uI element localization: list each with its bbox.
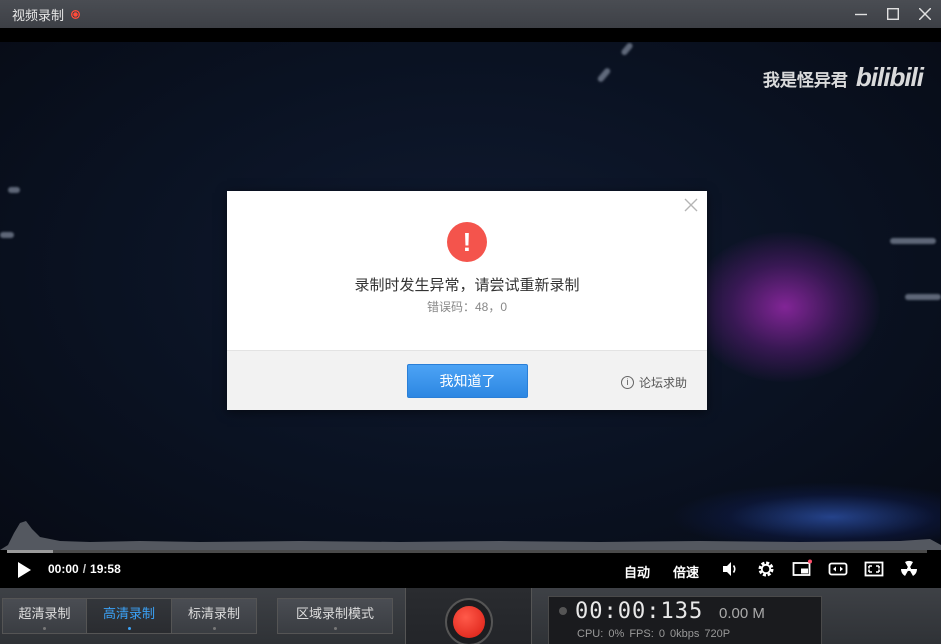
settings-gear-icon[interactable] — [756, 559, 776, 579]
record-button[interactable] — [445, 598, 493, 644]
error-icon: ! — [447, 222, 487, 262]
record-icon — [453, 606, 485, 638]
recording-stats-panel: 00:00:135 0.00 M CPU: 0% FPS: 0 0kbps 72… — [548, 596, 822, 644]
mode-dot — [333, 626, 337, 630]
resolution-value: 720P — [704, 628, 731, 640]
playback-bar: 00:00/19:58 自动 倍速 — [0, 550, 941, 588]
window-controls — [845, 0, 941, 28]
mode-label: 标清录制 — [187, 605, 240, 621]
progress-track[interactable] — [7, 550, 927, 553]
error-message: 录制时发生异常，请尝试重新录制 — [354, 277, 580, 294]
forum-help-link[interactable]: i 论坛求助 — [621, 374, 687, 391]
forum-help-label: 论坛求助 — [639, 376, 688, 390]
progress-fill — [7, 550, 53, 553]
bilibili-logo: bilibili — [855, 62, 924, 92]
maximize-icon — [887, 8, 899, 20]
recording-timer: 00:00:135 — [575, 599, 704, 624]
stats-meta: CPU: 0% FPS: 0 0kbps 720P — [577, 628, 730, 640]
mode-label: 高清录制 — [102, 605, 155, 621]
title-bar: 视频录制 — [0, 0, 941, 28]
region-record-mode-button[interactable]: 区域录制模式 — [277, 598, 393, 634]
file-size: 0.00 M — [719, 605, 765, 622]
info-icon: i — [621, 376, 634, 389]
radiation-icon[interactable] — [899, 559, 919, 579]
watermark: 我是怪异君 bilibili — [762, 62, 924, 93]
widescreen-icon[interactable] — [828, 559, 848, 579]
maximize-button[interactable] — [877, 0, 909, 28]
window-title: 视频录制 — [12, 7, 65, 23]
dialog-footer: 我知道了 i 论坛求助 — [227, 350, 707, 410]
play-icon[interactable] — [14, 560, 34, 580]
error-dialog: ! 录制时发生异常，请尝试重新录制 错误码：48，0 我知道了 i 论坛求助 — [227, 191, 707, 410]
volume-icon[interactable] — [720, 559, 740, 579]
mode-dot — [43, 626, 46, 630]
ultra-hd-record-button[interactable]: 超清录制 — [2, 598, 87, 634]
playback-speed-button[interactable]: 倍速 — [673, 562, 699, 581]
light-streak — [596, 66, 612, 84]
light-streak — [905, 294, 941, 300]
purple-glow — [690, 232, 880, 382]
light-streak — [8, 187, 20, 193]
title-divider — [0, 28, 941, 42]
hd-record-button[interactable]: 高清录制 — [86, 598, 172, 634]
bitrate-value: 0kbps — [670, 628, 700, 640]
bottom-toolbar: 超清录制 高清录制 标清录制 区域录制模式 00:00:135 0.00 M C… — [0, 588, 941, 644]
mode-dot — [127, 626, 131, 630]
current-time: 00:00 — [48, 562, 79, 576]
picture-in-picture-icon[interactable] — [792, 559, 812, 579]
region-mode-label: 区域录制模式 — [295, 605, 374, 621]
watermark-uploader: 我是怪异君 — [762, 71, 848, 90]
cpu-usage: CPU: 0% — [577, 628, 625, 640]
dialog-close-icon[interactable] — [683, 197, 699, 213]
light-streak — [890, 238, 936, 244]
minimize-icon — [855, 13, 867, 16]
mode-label: 超清录制 — [18, 605, 71, 621]
acknowledge-button[interactable]: 我知道了 — [407, 364, 528, 398]
audio-waveform — [0, 521, 941, 550]
status-led-icon — [559, 607, 567, 615]
recording-indicator-icon — [71, 9, 81, 19]
fullscreen-icon[interactable] — [864, 559, 884, 579]
record-well — [405, 588, 532, 644]
time-display: 00:00/19:58 — [48, 562, 121, 576]
close-button[interactable] — [909, 0, 941, 28]
total-time: 19:58 — [90, 562, 121, 576]
auto-quality-button[interactable]: 自动 — [624, 562, 650, 581]
error-code: 错误码：48，0 — [426, 300, 508, 314]
minimize-button[interactable] — [845, 0, 877, 28]
close-icon — [919, 8, 931, 20]
light-streak — [0, 232, 14, 238]
light-streak — [620, 42, 634, 57]
fps-value: FPS: 0 — [629, 628, 665, 640]
sd-record-button[interactable]: 标清录制 — [171, 598, 257, 634]
mode-dot — [212, 626, 216, 630]
